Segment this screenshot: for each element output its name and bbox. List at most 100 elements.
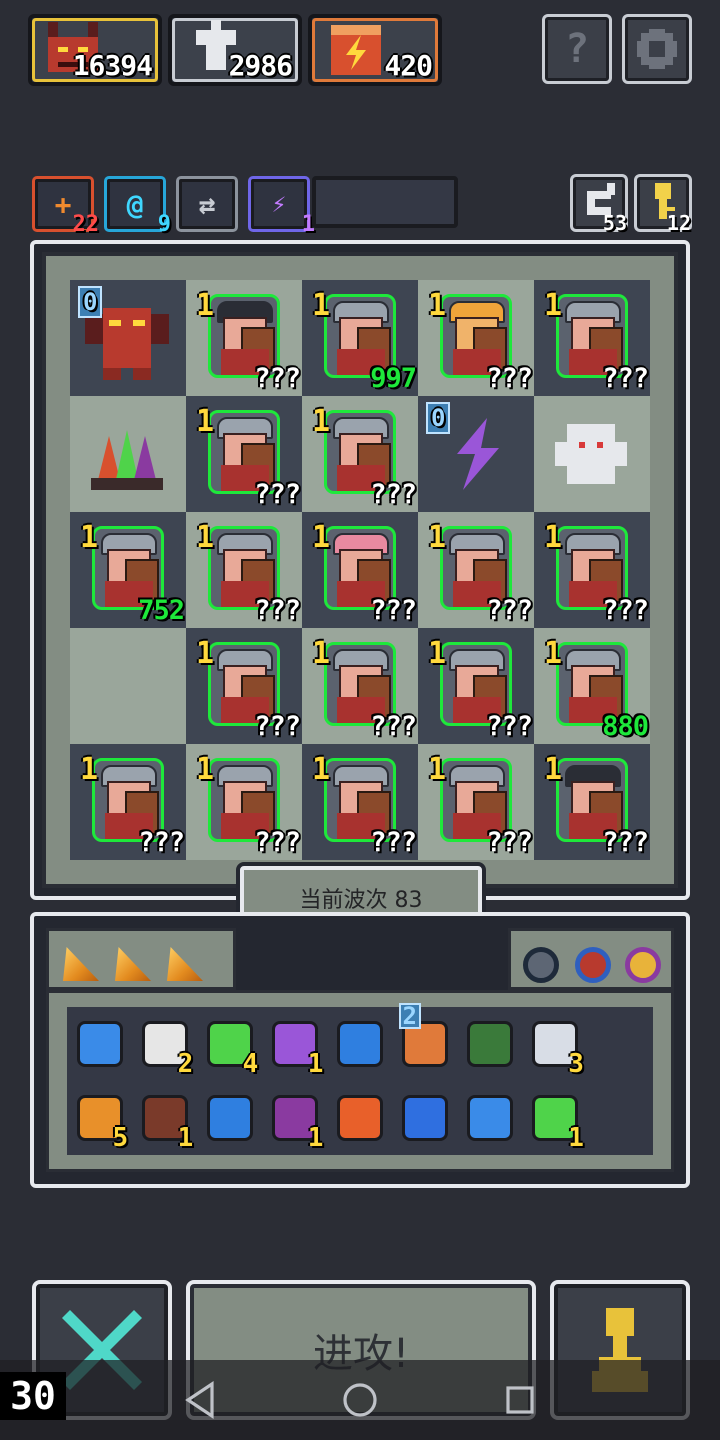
- tab-triangle-2[interactable]: [115, 947, 151, 981]
- tab-triangle-1[interactable]: [63, 947, 99, 981]
- unit-power: ???: [486, 711, 533, 742]
- inventory-item[interactable]: 1: [132, 1081, 197, 1155]
- unit-power: 880: [602, 711, 649, 742]
- unit-power: 752: [138, 595, 185, 626]
- board-cell[interactable]: 1???: [186, 628, 302, 744]
- board-cell[interactable]: [70, 396, 186, 512]
- unit-power: ???: [486, 363, 533, 394]
- inventory-items: 2 4 1 2 3 5 1 1 1: [67, 1003, 653, 1155]
- board-cell[interactable]: 1???: [534, 512, 650, 628]
- unit-power: ???: [370, 479, 417, 510]
- inventory-item[interactable]: [458, 1081, 523, 1155]
- board-cell[interactable]: 1???: [418, 512, 534, 628]
- board-cell[interactable]: 1???: [302, 396, 418, 512]
- unit-power: ???: [254, 363, 301, 394]
- unit-level: 1: [196, 404, 215, 439]
- unit-level: 1: [544, 636, 563, 671]
- item-count: 1: [177, 1123, 194, 1153]
- unit-power: ???: [370, 595, 417, 626]
- unit-level: 1: [544, 520, 563, 555]
- tab-ring-gem[interactable]: [575, 947, 611, 983]
- unit-level: 1: [312, 404, 331, 439]
- inventory-item[interactable]: 5: [67, 1081, 132, 1155]
- buff-count: 22: [72, 212, 100, 237]
- inventory-panel: 2 4 1 2 3 5 1 1 1: [30, 912, 690, 1188]
- resource-shield[interactable]: 2986: [168, 14, 302, 86]
- inventory-item[interactable]: [67, 1007, 132, 1081]
- board-cell[interactable]: 1 880: [534, 628, 650, 744]
- resource-count: 2986: [228, 49, 293, 82]
- board-cell[interactable]: 0: [418, 396, 534, 512]
- back-icon[interactable]: [180, 1380, 220, 1420]
- item-count: 3: [568, 1049, 584, 1079]
- board-cell[interactable]: [70, 628, 186, 744]
- board-cell[interactable]: 1???: [418, 280, 534, 396]
- water-rune-icon: [402, 1095, 449, 1141]
- blue-amulet-icon: [76, 1021, 123, 1067]
- board-cell[interactable]: 1???: [418, 744, 534, 860]
- home-icon[interactable]: [340, 1380, 380, 1420]
- buff-bolt[interactable]: ⚡ 1: [248, 176, 315, 237]
- inventory-item[interactable]: 3: [523, 1007, 588, 1081]
- blue-swirl-icon: [467, 1095, 514, 1141]
- inventory-item[interactable]: 1: [523, 1081, 588, 1155]
- help-button[interactable]: ?: [542, 14, 612, 84]
- board-cell[interactable]: 1???: [302, 512, 418, 628]
- inventory-item[interactable]: 4: [197, 1007, 262, 1081]
- inventory-item[interactable]: 2: [393, 1003, 458, 1081]
- inventory-item[interactable]: [327, 1007, 392, 1081]
- fps-value: 30: [10, 1374, 56, 1418]
- tab-triangle-3[interactable]: [167, 947, 203, 981]
- inventory-item[interactable]: 1: [262, 1081, 327, 1155]
- item-tier: 2: [398, 1003, 421, 1029]
- unit-power: ???: [254, 479, 301, 510]
- board-cell[interactable]: 1???: [302, 628, 418, 744]
- inventory-item[interactable]: 2: [132, 1007, 197, 1081]
- buff-spiral[interactable]: @ 9: [104, 176, 171, 237]
- inventory-item[interactable]: [393, 1081, 458, 1155]
- board-cell[interactable]: 1???: [534, 744, 650, 860]
- key-button[interactable]: 12: [634, 174, 692, 235]
- board-cell[interactable]: 1???: [70, 744, 186, 860]
- unit-level: 1: [80, 520, 99, 555]
- unit-level: 1: [428, 520, 447, 555]
- battle-board: 0 1??? 1 997 1??? 1 ??? 1 ??? 1 ??? 0 1 …: [30, 240, 690, 900]
- settings-button[interactable]: [622, 14, 692, 84]
- white-ghost-icon: [555, 424, 627, 484]
- unit-level: 1: [428, 752, 447, 787]
- tab-dark-gem[interactable]: [523, 947, 559, 983]
- refresh-button[interactable]: 53: [570, 174, 628, 235]
- board-cell[interactable]: 1???: [186, 396, 302, 512]
- board-cell[interactable]: [534, 396, 650, 512]
- buff-progress-bar: [312, 176, 458, 228]
- board-cell[interactable]: 0: [70, 280, 186, 396]
- inventory-tabs-right: [508, 928, 674, 990]
- wave-label: 当前波次 83: [299, 888, 423, 913]
- board-cell[interactable]: 1 997: [302, 280, 418, 396]
- board-cell[interactable]: 1???: [302, 744, 418, 860]
- unit-level: 1: [80, 752, 99, 787]
- board-cell[interactable]: 1???: [186, 280, 302, 396]
- board-cell[interactable]: 1???: [186, 744, 302, 860]
- unit-power: ???: [486, 827, 533, 858]
- inventory-item[interactable]: [327, 1081, 392, 1155]
- inventory-item[interactable]: [197, 1081, 262, 1155]
- unit-level: 0: [426, 402, 451, 434]
- unit-power: 997: [370, 363, 417, 394]
- inventory-item[interactable]: [458, 1007, 523, 1081]
- board-cell[interactable]: 1???: [186, 512, 302, 628]
- resource-scroll[interactable]: 420: [308, 14, 442, 86]
- unit-level: 1: [312, 520, 331, 555]
- inventory-item[interactable]: 1: [262, 1007, 327, 1081]
- buff-plus[interactable]: + 22: [32, 176, 99, 237]
- unit-power: ???: [602, 827, 649, 858]
- tab-egg-gem[interactable]: [625, 947, 661, 983]
- resource-dragon[interactable]: 16394: [28, 14, 162, 86]
- buff-swap[interactable]: ⇄: [176, 176, 238, 232]
- lightning-scroll-icon: [331, 25, 381, 75]
- board-cell[interactable]: 1???: [534, 280, 650, 396]
- board-cell[interactable]: 1???: [418, 628, 534, 744]
- board-cell[interactable]: 1 752: [70, 512, 186, 628]
- blue-wisp-icon: [336, 1021, 383, 1067]
- recents-icon[interactable]: [500, 1380, 540, 1420]
